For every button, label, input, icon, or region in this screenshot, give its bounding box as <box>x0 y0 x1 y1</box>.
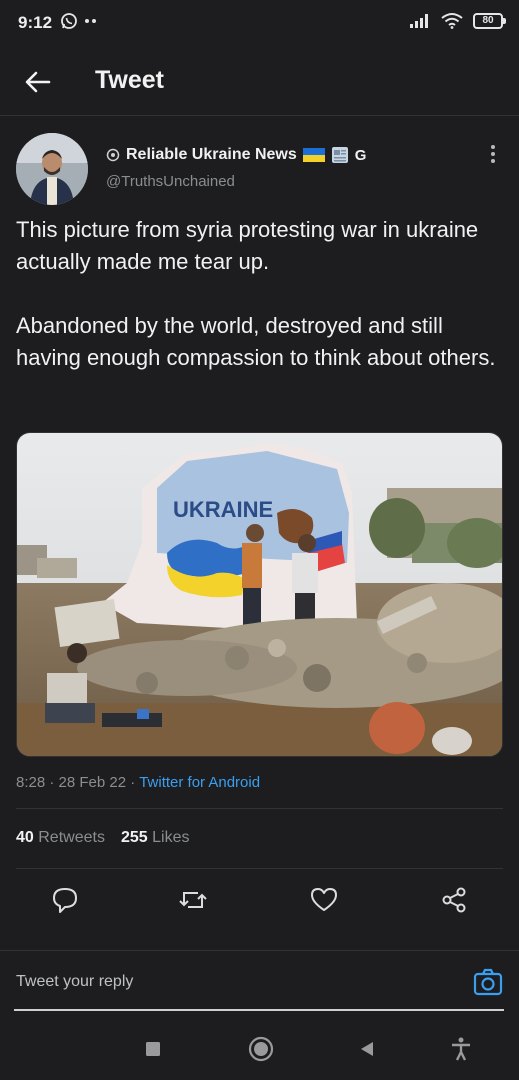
meta-separator: · <box>130 774 140 791</box>
accessibility-icon <box>452 1037 470 1061</box>
retweets-stat[interactable]: 40 Retweets <box>16 829 105 847</box>
likes-count: 255 <box>120 829 148 846</box>
triangle-back-icon <box>361 1042 373 1056</box>
meta-separator: · <box>49 774 59 791</box>
tweet-text: This picture from syria protesting war i… <box>16 217 496 370</box>
square-icon <box>146 1042 160 1056</box>
heart-icon <box>311 888 337 911</box>
reply-bar <box>0 950 519 1016</box>
reply-input-underline <box>14 1009 504 1011</box>
reply-icon <box>53 888 77 913</box>
retweet-icon <box>179 892 207 908</box>
divider <box>16 808 503 809</box>
system-nav-bar <box>0 1016 519 1080</box>
accessibility-button[interactable] <box>446 1034 476 1064</box>
likes-label: Likes <box>152 829 190 846</box>
tweet-meta: 8:28 · 28 Feb 22 · Twitter for Android <box>16 774 260 791</box>
back-nav-button[interactable] <box>352 1034 382 1064</box>
like-button[interactable] <box>304 880 344 920</box>
home-button[interactable] <box>246 1034 276 1064</box>
circle-icon <box>106 148 120 162</box>
camera-icon <box>473 968 503 996</box>
share-icon <box>442 887 466 913</box>
divider <box>16 868 503 869</box>
status-bar: 9:12 80 <box>0 0 519 44</box>
tweet-date: 28 Feb 22 <box>58 774 127 791</box>
tweet-photo: UKRAINE <box>17 433 502 756</box>
page-title: Tweet <box>95 66 164 94</box>
author-handle[interactable]: @TruthsUnchained <box>106 173 235 190</box>
tweet-source-link[interactable]: Twitter for Android <box>139 774 260 791</box>
signal-icon <box>410 13 428 28</box>
author-badge: G <box>354 146 367 164</box>
camera-button[interactable] <box>473 967 503 997</box>
status-time: 9:12 <box>18 13 53 32</box>
reply-input[interactable] <box>16 967 456 997</box>
tweet-actions <box>0 880 519 924</box>
battery-indicator: 80 <box>473 12 506 29</box>
author-name: Reliable Ukraine News <box>126 146 297 163</box>
ukraine-flag-icon <box>302 148 325 162</box>
whatsapp-icon <box>61 13 77 29</box>
more-notifications-icon <box>85 19 96 23</box>
reply-button[interactable] <box>45 880 85 920</box>
back-button[interactable] <box>22 66 54 98</box>
arrow-left-icon <box>25 71 51 93</box>
wifi-icon <box>441 13 463 29</box>
newspaper-icon <box>331 147 348 163</box>
avatar-photo <box>16 133 88 205</box>
more-vertical-icon <box>491 145 495 163</box>
more-options-button[interactable] <box>481 142 505 166</box>
tweet-time: 8:28 <box>16 774 46 791</box>
retweets-count: 40 <box>16 829 34 846</box>
retweet-button[interactable] <box>173 880 213 920</box>
status-notification-icons <box>60 12 98 30</box>
author-name-row[interactable]: Reliable Ukraine News G <box>106 146 366 164</box>
mural-text: UKRAINE <box>173 497 273 522</box>
status-right-icons: 80 <box>409 12 506 29</box>
share-button[interactable] <box>434 880 474 920</box>
retweets-label: Retweets <box>38 829 105 846</box>
battery-level: 80 <box>482 15 494 26</box>
app-header: Tweet <box>0 44 519 116</box>
tweet-image[interactable]: UKRAINE <box>16 432 503 757</box>
recents-button[interactable] <box>138 1034 168 1064</box>
likes-stat[interactable]: 255 Likes <box>121 829 190 847</box>
author-avatar[interactable] <box>16 133 88 205</box>
circle-home-icon <box>248 1036 274 1062</box>
tweet-stats: 40 Retweets 255 Likes <box>16 829 189 847</box>
